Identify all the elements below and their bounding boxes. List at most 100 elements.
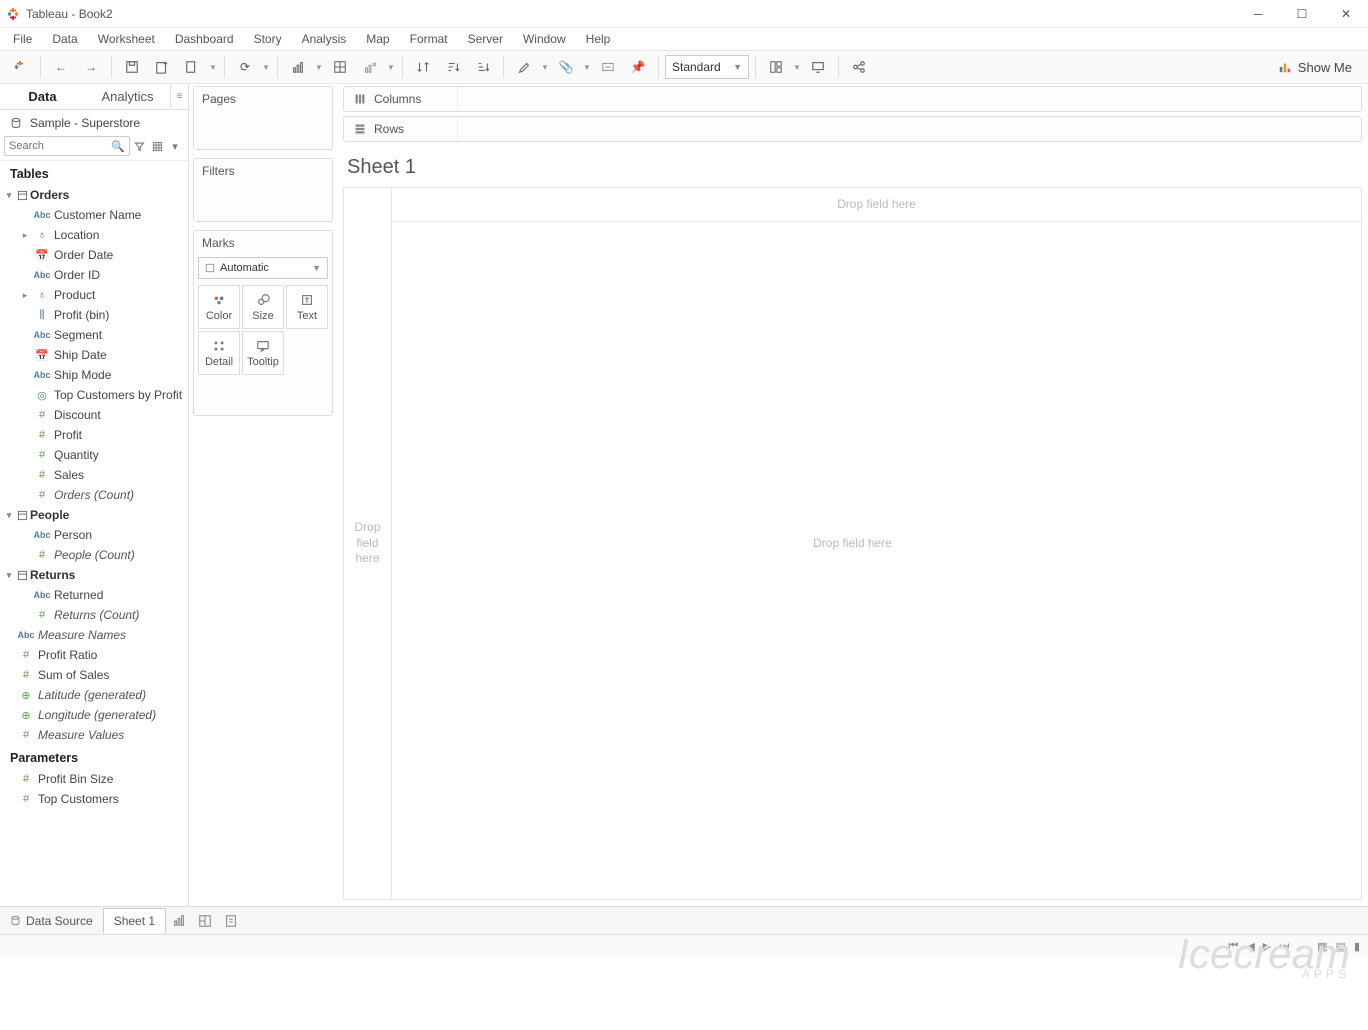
menu-data[interactable]: Data bbox=[43, 30, 86, 48]
prev-icon[interactable]: ◀ bbox=[1246, 940, 1254, 953]
new-worksheet-button[interactable] bbox=[178, 53, 206, 81]
marks-size-button[interactable]: Size bbox=[242, 285, 284, 329]
menu-icon[interactable]: ▾ bbox=[166, 136, 184, 156]
chevron-down-icon[interactable]: ▼ bbox=[208, 53, 218, 81]
new-worksheet-tab[interactable] bbox=[166, 914, 192, 928]
field-segment[interactable]: AbcSegment bbox=[0, 325, 188, 345]
param-top-customers[interactable]: #Top Customers bbox=[0, 789, 188, 809]
show-me-button[interactable]: Show Me bbox=[1268, 60, 1362, 75]
field-latitude-generated-[interactable]: ⊕Latitude (generated) bbox=[0, 685, 188, 705]
next-icon[interactable]: ▶ bbox=[1263, 940, 1271, 953]
field-orders-count-[interactable]: #Orders (Count) bbox=[0, 485, 188, 505]
new-datasource-button[interactable] bbox=[148, 53, 176, 81]
menu-server[interactable]: Server bbox=[459, 30, 512, 48]
tab-analytics[interactable]: Analytics bbox=[85, 84, 170, 109]
param-profit-bin-size[interactable]: #Profit Bin Size bbox=[0, 769, 188, 789]
marks-detail-button[interactable]: Detail bbox=[198, 331, 240, 375]
menu-file[interactable]: File bbox=[4, 30, 41, 48]
field-measure-names[interactable]: AbcMeasure Names bbox=[0, 625, 188, 645]
columns-shelf[interactable]: Columns bbox=[343, 86, 1362, 112]
field-top-customers-by-profit[interactable]: ◎Top Customers by Profit bbox=[0, 385, 188, 405]
field-people-count-[interactable]: #People (Count) bbox=[0, 545, 188, 565]
save-button[interactable] bbox=[118, 53, 146, 81]
marks-text-button[interactable]: Text bbox=[286, 285, 328, 329]
field-sum-of-sales[interactable]: #Sum of Sales bbox=[0, 665, 188, 685]
mark-type-dropdown[interactable]: Automatic ▼ bbox=[198, 257, 328, 279]
search-field[interactable] bbox=[9, 140, 111, 152]
sheet-title[interactable]: Sheet 1 bbox=[337, 144, 1368, 187]
search-input[interactable]: 🔍 bbox=[4, 136, 130, 156]
chevron-down-icon[interactable]: ▼ bbox=[792, 53, 802, 81]
chevron-down-icon[interactable]: ▼ bbox=[540, 53, 550, 81]
field-product[interactable]: ▸♁Product bbox=[0, 285, 188, 305]
view-as-table-icon[interactable] bbox=[148, 136, 166, 156]
refresh-button[interactable]: ⟳ bbox=[231, 53, 259, 81]
marks-tooltip-button[interactable]: Tooltip bbox=[242, 331, 284, 375]
field-customer-name[interactable]: AbcCustomer Name bbox=[0, 205, 188, 225]
field-longitude-generated-[interactable]: ⊕Longitude (generated) bbox=[0, 705, 188, 725]
field-quantity[interactable]: #Quantity bbox=[0, 445, 188, 465]
datasource-tab[interactable]: Data Source bbox=[0, 909, 103, 933]
field-profit[interactable]: #Profit bbox=[0, 425, 188, 445]
presentation-button[interactable] bbox=[804, 53, 832, 81]
totals-button[interactable] bbox=[326, 53, 354, 81]
menu-map[interactable]: Map bbox=[357, 30, 398, 48]
pin-button[interactable]: 📌 bbox=[624, 53, 652, 81]
tabs-view-icon[interactable]: ▦ bbox=[1317, 940, 1327, 953]
highlight-button[interactable] bbox=[510, 53, 538, 81]
filter-fields-icon[interactable] bbox=[130, 136, 148, 156]
group-button[interactable]: 📎 bbox=[552, 53, 580, 81]
viz-canvas[interactable]: Drop field here Dropfieldhere Drop field… bbox=[343, 187, 1362, 900]
sort-asc-button[interactable] bbox=[439, 53, 467, 81]
close-button[interactable]: ✕ bbox=[1324, 0, 1368, 28]
sheet-tab[interactable]: Sheet 1 bbox=[103, 908, 166, 933]
field-sales[interactable]: #Sales bbox=[0, 465, 188, 485]
label-button[interactable] bbox=[594, 53, 622, 81]
menu-story[interactable]: Story bbox=[245, 30, 291, 48]
table-returns[interactable]: ▾Returns bbox=[0, 565, 188, 585]
sort-desc-button[interactable] bbox=[469, 53, 497, 81]
field-order-date[interactable]: 📅Order Date bbox=[0, 245, 188, 265]
new-story-tab[interactable] bbox=[218, 914, 244, 928]
new-dashboard-tab[interactable] bbox=[192, 914, 218, 928]
minimize-button[interactable]: ─ bbox=[1236, 0, 1280, 28]
field-order-id[interactable]: AbcOrder ID bbox=[0, 265, 188, 285]
chevron-down-icon[interactable]: ▼ bbox=[386, 53, 396, 81]
datasource-row[interactable]: Sample - Superstore bbox=[0, 110, 188, 136]
swap-button[interactable] bbox=[284, 53, 312, 81]
chevron-down-icon[interactable]: ▼ bbox=[261, 53, 271, 81]
filmstrip-view-icon[interactable]: ▮ bbox=[1354, 940, 1360, 953]
field-profit-bin-[interactable]: ⫼Profit (bin) bbox=[0, 305, 188, 325]
chevron-down-icon[interactable]: ▼ bbox=[582, 53, 592, 81]
marks-color-button[interactable]: Color bbox=[198, 285, 240, 329]
filters-card[interactable]: Filters bbox=[193, 158, 333, 222]
menu-analysis[interactable]: Analysis bbox=[293, 30, 356, 48]
field-person[interactable]: AbcPerson bbox=[0, 525, 188, 545]
show-cards-button[interactable] bbox=[762, 53, 790, 81]
share-button[interactable] bbox=[845, 53, 873, 81]
sort-swap-button[interactable] bbox=[409, 53, 437, 81]
menu-window[interactable]: Window bbox=[514, 30, 575, 48]
table-orders[interactable]: ▾Orders bbox=[0, 185, 188, 205]
rows-shelf[interactable]: Rows bbox=[343, 116, 1362, 142]
last-icon[interactable]: ⏭ bbox=[1279, 940, 1289, 953]
first-icon[interactable]: ⏮ bbox=[1228, 940, 1238, 953]
field-location[interactable]: ▸♁Location bbox=[0, 225, 188, 245]
redo-button[interactable]: → bbox=[77, 53, 105, 81]
menu-dashboard[interactable]: Dashboard bbox=[166, 30, 243, 48]
tableau-icon[interactable] bbox=[6, 53, 34, 81]
undo-button[interactable]: ← bbox=[47, 53, 75, 81]
maximize-button[interactable]: ☐ bbox=[1280, 0, 1324, 28]
clear-button[interactable] bbox=[356, 53, 384, 81]
sort-view-icon[interactable]: ▤ bbox=[1336, 940, 1346, 953]
menu-worksheet[interactable]: Worksheet bbox=[89, 30, 164, 48]
pages-card[interactable]: Pages bbox=[193, 86, 333, 150]
field-ship-date[interactable]: 📅Ship Date bbox=[0, 345, 188, 365]
field-ship-mode[interactable]: AbcShip Mode bbox=[0, 365, 188, 385]
table-people[interactable]: ▾People bbox=[0, 505, 188, 525]
menu-format[interactable]: Format bbox=[401, 30, 457, 48]
field-returns-count-[interactable]: #Returns (Count) bbox=[0, 605, 188, 625]
field-measure-values[interactable]: #Measure Values bbox=[0, 725, 188, 745]
field-returned[interactable]: AbcReturned bbox=[0, 585, 188, 605]
tab-menu-button[interactable]: ≡ bbox=[170, 84, 188, 109]
